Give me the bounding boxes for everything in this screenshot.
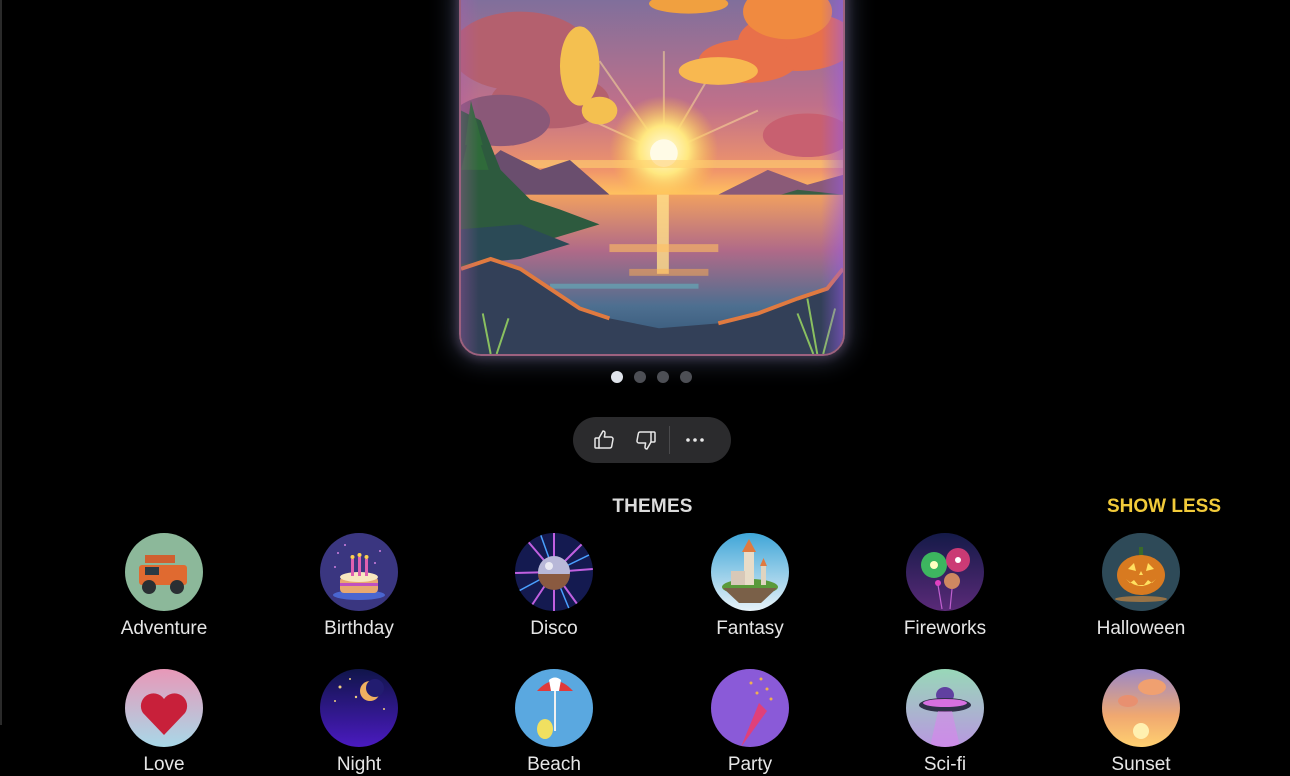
theme-label: Adventure bbox=[120, 618, 208, 639]
moon-stars-icon bbox=[320, 669, 398, 747]
theme-thumbnail bbox=[1102, 669, 1180, 747]
carousel-dot-3[interactable] bbox=[657, 371, 669, 383]
theme-label: Fantasy bbox=[716, 618, 784, 639]
theme-label: Sci-fi bbox=[923, 754, 967, 775]
theme-label: Fireworks bbox=[903, 618, 987, 639]
theme-thumbnail bbox=[320, 669, 398, 747]
thumbs-up-icon bbox=[594, 430, 614, 449]
sunset-illustration bbox=[461, 0, 843, 354]
jeep-icon bbox=[125, 533, 203, 611]
thumbs-down-icon bbox=[636, 431, 656, 450]
birthday-cake-icon bbox=[320, 533, 398, 611]
beach-umbrella-icon bbox=[515, 669, 593, 747]
theme-label: Party bbox=[727, 754, 773, 775]
dislike-button[interactable] bbox=[631, 425, 661, 455]
theme-party[interactable]: Party bbox=[680, 669, 820, 776]
theme-thumbnail bbox=[906, 669, 984, 747]
carousel-pagination bbox=[611, 371, 692, 383]
theme-night[interactable]: Night bbox=[289, 669, 429, 776]
theme-sunset[interactable]: Sunset bbox=[1071, 669, 1211, 776]
more-options-button[interactable] bbox=[680, 425, 710, 455]
party-popper-icon bbox=[711, 669, 789, 747]
generated-image-card[interactable] bbox=[459, 0, 845, 356]
theme-thumbnail bbox=[515, 669, 593, 747]
theme-label: Halloween bbox=[1096, 618, 1186, 639]
castle-island-icon bbox=[711, 533, 789, 611]
more-horizontal-icon bbox=[686, 438, 704, 442]
theme-label: Sunset bbox=[1111, 754, 1171, 775]
theme-thumbnail bbox=[320, 533, 398, 611]
carousel-dot-4[interactable] bbox=[680, 371, 692, 383]
theme-adventure[interactable]: Adventure bbox=[94, 533, 234, 640]
theme-birthday[interactable]: Birthday bbox=[289, 533, 429, 640]
carousel-dot-1[interactable] bbox=[611, 371, 623, 383]
theme-label: Birthday bbox=[324, 618, 394, 639]
heart-icon bbox=[125, 669, 203, 747]
theme-thumbnail bbox=[1102, 533, 1180, 611]
feedback-bar bbox=[573, 417, 731, 463]
theme-fantasy[interactable]: Fantasy bbox=[680, 533, 820, 640]
carousel-dot-2[interactable] bbox=[634, 371, 646, 383]
generated-image[interactable] bbox=[459, 0, 845, 356]
image-edge-glow-left bbox=[461, 0, 479, 354]
theme-thumbnail bbox=[125, 669, 203, 747]
feedback-divider bbox=[669, 426, 670, 454]
theme-disco[interactable]: Disco bbox=[484, 533, 624, 640]
theme-thumbnail bbox=[711, 533, 789, 611]
sunset-clouds-icon bbox=[1102, 669, 1180, 747]
themes-heading: THEMES bbox=[612, 496, 693, 517]
show-less-button[interactable]: SHOW LESS bbox=[1107, 496, 1221, 518]
theme-thumbnail bbox=[515, 533, 593, 611]
theme-label: Night bbox=[336, 754, 382, 775]
ufo-icon bbox=[906, 669, 984, 747]
image-edge-glow-right bbox=[821, 0, 843, 354]
theme-thumbnail bbox=[711, 669, 789, 747]
theme-thumbnail bbox=[125, 533, 203, 611]
theme-love[interactable]: Love bbox=[94, 669, 234, 776]
theme-halloween[interactable]: Halloween bbox=[1071, 533, 1211, 640]
theme-label: Love bbox=[143, 754, 185, 775]
theme-label: Disco bbox=[530, 618, 578, 639]
theme-thumbnail bbox=[906, 533, 984, 611]
theme-beach[interactable]: Beach bbox=[484, 669, 624, 776]
theme-fireworks[interactable]: Fireworks bbox=[875, 533, 1015, 640]
jack-o-lantern-icon bbox=[1102, 533, 1180, 611]
theme-sci-fi[interactable]: Sci-fi bbox=[875, 669, 1015, 776]
disco-ball-icon bbox=[515, 533, 593, 611]
fireworks-icon bbox=[906, 533, 984, 611]
theme-label: Beach bbox=[527, 754, 581, 775]
window-edge bbox=[0, 0, 2, 725]
like-button[interactable] bbox=[589, 425, 619, 455]
